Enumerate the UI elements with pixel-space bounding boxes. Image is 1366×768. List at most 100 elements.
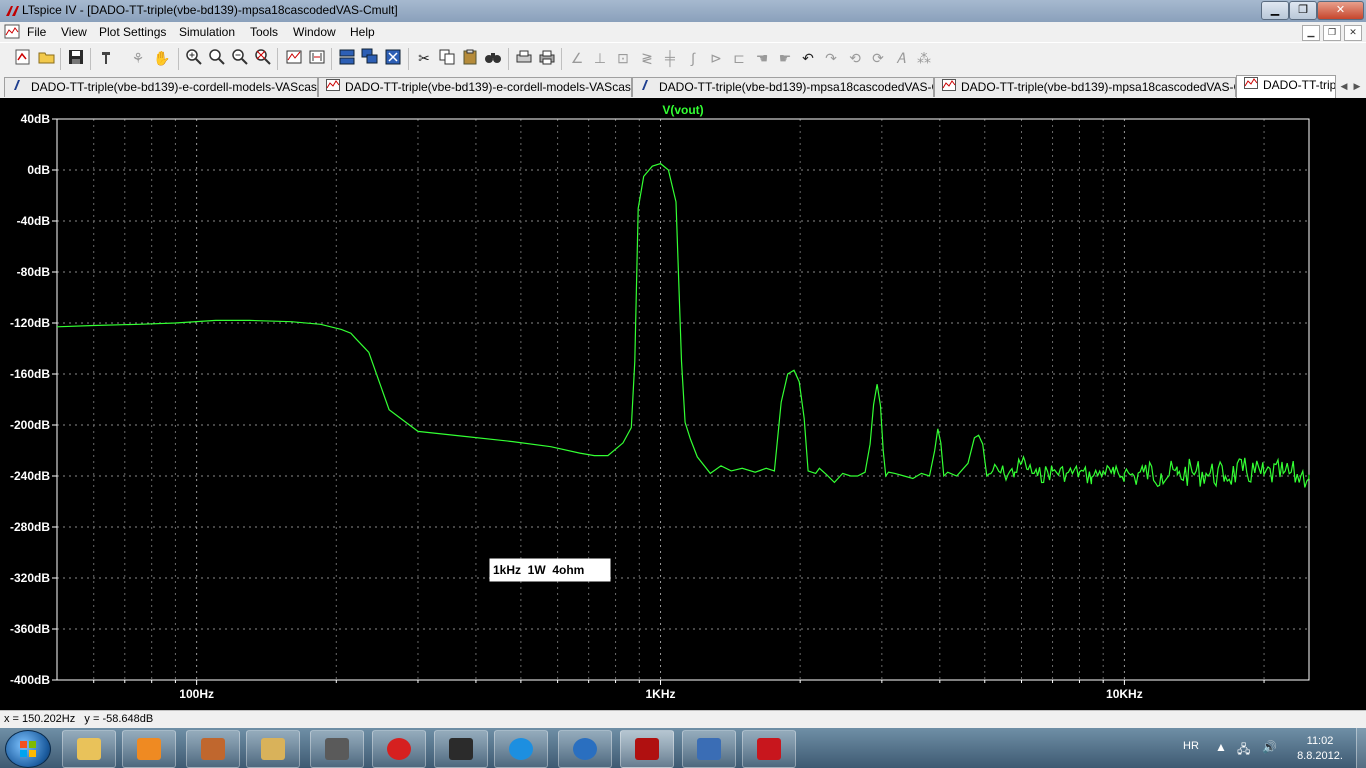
- tab-schematic-1[interactable]: DADO-TT-triple(vbe-bd139)-e-cordell-mode…: [4, 77, 318, 97]
- mdi-close-button[interactable]: ✕: [1344, 25, 1362, 41]
- draw-wire-icon[interactable]: ∠: [567, 48, 587, 68]
- close-all-windows-icon[interactable]: [383, 48, 403, 68]
- spice-directive-icon[interactable]: ⁂: [914, 48, 934, 68]
- menu-help[interactable]: Help: [350, 25, 375, 39]
- halt-hand-icon[interactable]: ✋: [152, 48, 172, 68]
- y-tick-label: -280dB: [10, 520, 50, 534]
- input-language[interactable]: HR: [1183, 740, 1199, 752]
- clock-date: 8.8.2012.: [1297, 750, 1343, 762]
- diode-icon[interactable]: ⊳: [706, 48, 726, 68]
- status-bar: x = 150.202Hz y = -58.648dB: [0, 710, 1366, 729]
- control-panel-hammer-icon[interactable]: [98, 48, 118, 68]
- zoom-fit-icon[interactable]: [253, 48, 273, 68]
- zoom-out-icon[interactable]: [230, 48, 250, 68]
- find-binoculars-icon[interactable]: [483, 48, 503, 68]
- annotation-box[interactable]: 1kHz 1W 4ohm: [489, 558, 611, 582]
- y-tick-label: -200dB: [10, 418, 50, 432]
- resistor-icon[interactable]: ≷: [637, 48, 657, 68]
- y-tick-label: 0dB: [27, 163, 50, 177]
- rotate-icon[interactable]: ⟲: [845, 48, 865, 68]
- tab-schematic-2[interactable]: DADO-TT-triple(vbe-bd139)-mpsa18cascoded…: [632, 77, 934, 97]
- system-clock[interactable]: 11:02 8.8.2012.: [1290, 734, 1350, 764]
- document-viewer-icon: [697, 738, 721, 760]
- y-tick-label: 40dB: [21, 112, 51, 126]
- text-icon[interactable]: 𝐴: [891, 48, 911, 68]
- mirror-icon[interactable]: ⟳: [868, 48, 888, 68]
- trace-title[interactable]: V(vout): [662, 103, 703, 117]
- taskbar-media-player[interactable]: [122, 730, 176, 768]
- autorange-icon[interactable]: [284, 48, 304, 68]
- taskbar-app-3[interactable]: [186, 730, 240, 768]
- minimize-button[interactable]: ▁: [1261, 1, 1289, 20]
- y-tick-label: -80dB: [17, 265, 51, 279]
- mdi-minimize-button[interactable]: ▁: [1302, 25, 1320, 41]
- start-button[interactable]: [5, 730, 51, 768]
- taskbar-app-4[interactable]: [246, 730, 300, 768]
- x-tick-label: 1KHz: [646, 687, 676, 701]
- menu-window[interactable]: Window: [293, 25, 336, 39]
- waveform-plot[interactable]: 40dB 0dB -40dB -80dB -120dB -160dB -200dB -240d…: [0, 98, 1366, 710]
- copy-icon[interactable]: [437, 48, 457, 68]
- maximize-button[interactable]: ❐: [1289, 1, 1317, 20]
- volume-icon[interactable]: 🔊: [1262, 740, 1277, 754]
- new-schematic-icon[interactable]: [13, 48, 33, 68]
- save-icon[interactable]: [66, 48, 86, 68]
- tab-scroll-left-icon[interactable]: ◀: [1338, 78, 1350, 94]
- close-button[interactable]: ✕: [1317, 1, 1364, 20]
- taskbar-app-6[interactable]: [372, 730, 426, 768]
- taskbar-explorer[interactable]: [62, 730, 116, 768]
- document-tabs: DADO-TT-triple(vbe-bd139)-e-cordell-mode…: [0, 75, 1366, 99]
- show-desktop-button[interactable]: [1356, 728, 1366, 768]
- zoom-area-icon[interactable]: [207, 48, 227, 68]
- menu-file[interactable]: File: [27, 25, 46, 39]
- taskbar-app-11[interactable]: [682, 730, 736, 768]
- cursor-coordinates: x = 150.202Hz y = -58.648dB: [4, 713, 154, 725]
- taskbar-ltspice[interactable]: [620, 730, 674, 768]
- menu-simulation[interactable]: Simulation: [179, 25, 235, 39]
- series-line-vout: [56, 162, 1310, 488]
- waveform-icon: [1243, 76, 1259, 95]
- zoom-in-icon[interactable]: [184, 48, 204, 68]
- move-hand-icon[interactable]: ☚: [752, 48, 772, 68]
- cut-icon[interactable]: ✂: [414, 48, 434, 68]
- waveform-chart[interactable]: 40dB 0dB -40dB -80dB -120dB -160dB -200dB -240d…: [0, 98, 1366, 710]
- ground-icon[interactable]: ⊥: [590, 48, 610, 68]
- mdi-restore-button[interactable]: ❐: [1323, 25, 1341, 41]
- redo-icon[interactable]: ↷: [821, 48, 841, 68]
- menu-tools[interactable]: Tools: [250, 25, 278, 39]
- annotation-text: 1kHz 1W 4ohm: [493, 563, 584, 577]
- label-net-icon[interactable]: ⊡: [613, 48, 633, 68]
- tab-waveform-1[interactable]: DADO-TT-triple(vbe-bd139)-e-cordell-mode…: [318, 77, 632, 97]
- show-hidden-icons-icon[interactable]: ▲: [1215, 740, 1227, 754]
- taskbar-app-5[interactable]: [310, 730, 364, 768]
- menu-plot-settings[interactable]: Plot Settings: [99, 25, 166, 39]
- print-icon[interactable]: [537, 48, 557, 68]
- component-icon[interactable]: ⊏: [729, 48, 749, 68]
- taskbar-app-7[interactable]: [434, 730, 488, 768]
- undo-icon[interactable]: ↶: [798, 48, 818, 68]
- print-preview-icon[interactable]: [514, 48, 534, 68]
- drag-hand-icon[interactable]: ☛: [775, 48, 795, 68]
- tile-horizontal-icon[interactable]: [337, 48, 357, 68]
- y-tick-label: -240dB: [10, 469, 50, 483]
- window-title: LTspice IV - [DADO-TT-triple(vbe-bd139)-…: [22, 3, 398, 17]
- paste-icon[interactable]: [460, 48, 480, 68]
- taskbar-adobe-reader[interactable]: [742, 730, 796, 768]
- network-icon[interactable]: 🖧: [1237, 740, 1250, 761]
- x-tick-label: 10KHz: [1106, 687, 1143, 701]
- inductor-icon[interactable]: ∫: [683, 48, 703, 68]
- menu-view[interactable]: View: [61, 25, 87, 39]
- media-player-icon: [137, 738, 161, 760]
- tab-scroll-right-icon[interactable]: ▶: [1351, 78, 1363, 94]
- taskbar-app-9[interactable]: [558, 730, 612, 768]
- title-bar: LTspice IV - [DADO-TT-triple(vbe-bd139)-…: [0, 0, 1366, 22]
- capacitor-icon[interactable]: ╪: [660, 48, 680, 68]
- document-icon[interactable]: [4, 24, 20, 39]
- autorange-y-icon[interactable]: [307, 48, 327, 68]
- tab-waveform-2[interactable]: DADO-TT-triple(vbe-bd139)-mpsa18cascoded…: [934, 77, 1236, 97]
- cascade-windows-icon[interactable]: [360, 48, 380, 68]
- open-folder-icon[interactable]: [37, 48, 57, 68]
- run-icon[interactable]: ⚘: [128, 48, 148, 68]
- tab-waveform-active[interactable]: DADO-TT-triple: [1236, 75, 1336, 98]
- taskbar-internet-explorer[interactable]: [494, 730, 548, 768]
